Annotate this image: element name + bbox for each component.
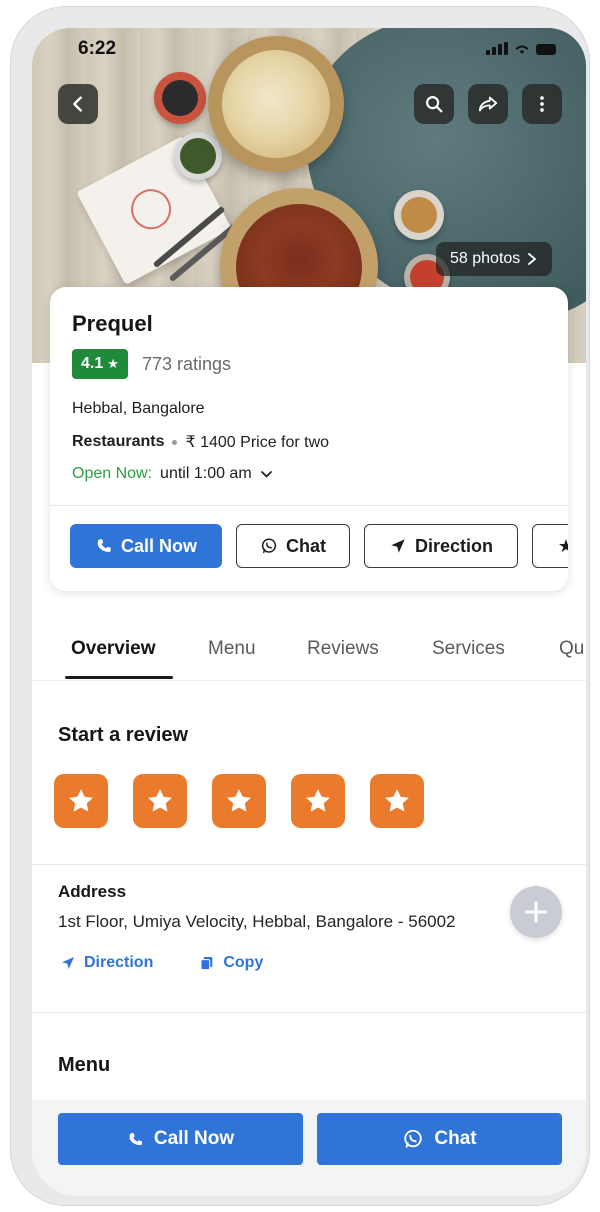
tab-bar: Overview Menu Reviews Services Qu — [32, 618, 586, 681]
tab-overview[interactable]: Overview — [71, 638, 156, 660]
star-icon — [306, 789, 330, 812]
star-icon — [69, 789, 93, 812]
call-now-label: Call Now — [120, 535, 197, 556]
app-screen: 6:22 58 photos Prequel 4.1 ★ 773 ratings… — [32, 28, 586, 1196]
bottom-call-now-label: Call Now — [153, 1128, 235, 1149]
direction-label: Direction — [414, 535, 493, 556]
hours-time: until 1:00 am — [160, 465, 252, 482]
bowl — [394, 190, 444, 240]
open-status: Open Now: — [72, 465, 153, 482]
action-row: Call Now Chat Direction ★ — [70, 524, 568, 570]
chat-label: Chat — [286, 535, 326, 556]
direction-button[interactable]: Direction — [364, 524, 518, 568]
tab-reviews[interactable]: Reviews — [307, 638, 379, 660]
divider — [32, 864, 586, 865]
battery-icon — [536, 44, 556, 55]
separator-dot — [172, 439, 178, 445]
bottom-action-bar: Call Now Chat — [32, 1100, 586, 1196]
address-copy-label: Copy — [223, 954, 264, 971]
address-copy-link[interactable]: Copy — [199, 954, 263, 972]
search-button[interactable] — [414, 84, 454, 124]
share-icon — [478, 96, 498, 112]
chevron-left-icon — [73, 96, 82, 112]
location: Hebbal, Bangalore — [72, 400, 205, 417]
tab-menu[interactable]: Menu — [208, 638, 256, 660]
star-rating-button-4[interactable] — [291, 774, 345, 828]
navigation-arrow-icon — [391, 539, 405, 553]
status-bar: 6:22 — [32, 36, 586, 64]
star-rating-button-5[interactable] — [370, 774, 424, 828]
address-direction-label: Direction — [84, 954, 154, 971]
star-rating-button-3[interactable] — [212, 774, 266, 828]
whatsapp-icon — [261, 538, 277, 554]
photos-count-button[interactable]: 58 photos — [436, 242, 553, 276]
restaurant-name: Prequel — [72, 311, 153, 336]
chevron-down-icon — [260, 471, 272, 478]
copy-icon — [200, 957, 213, 971]
opening-hours[interactable]: Open Now: until 1:00 am — [72, 465, 273, 483]
bottom-call-now-button[interactable]: Call Now — [58, 1113, 303, 1165]
whatsapp-icon — [404, 1129, 423, 1148]
bottom-chat-label: Chat — [434, 1128, 477, 1149]
more-vertical-icon — [540, 96, 544, 112]
bowl — [174, 132, 222, 180]
address-actions: Direction Copy — [60, 954, 263, 972]
chat-button[interactable]: Chat — [236, 524, 350, 568]
phone-icon — [129, 1132, 142, 1145]
menu-section-title: Menu — [58, 1054, 111, 1076]
wifi-icon — [515, 45, 529, 54]
start-review-title: Start a review — [58, 724, 189, 746]
address-direction-link[interactable]: Direction — [60, 954, 153, 972]
status-time: 6:22 — [78, 38, 117, 59]
call-now-button[interactable]: Call Now — [70, 524, 222, 568]
tab-more[interactable]: Qu — [559, 638, 584, 660]
photos-count-label: 58 photos — [450, 250, 521, 267]
plus-icon — [525, 901, 547, 923]
save-favorite-button[interactable]: ★ — [532, 524, 568, 568]
star-icon — [385, 789, 409, 812]
star-icon: ★ — [557, 535, 568, 556]
address-label: Address — [58, 882, 127, 901]
more-options-button[interactable] — [522, 84, 562, 124]
share-button[interactable] — [468, 84, 508, 124]
rating-value: 4.1 — [81, 355, 104, 372]
add-floating-button[interactable] — [510, 886, 562, 938]
bowl — [154, 72, 206, 124]
bottom-chat-button[interactable]: Chat — [317, 1113, 562, 1165]
restaurant-info-card: Prequel 4.1 ★ 773 ratings Hebbal, Bangal… — [50, 287, 568, 591]
tab-services[interactable]: Services — [432, 638, 505, 660]
star-rating-button-1[interactable] — [54, 774, 108, 828]
rating-badge[interactable]: 4.1 ★ — [72, 349, 128, 379]
active-tab-indicator — [65, 676, 173, 679]
star-rating-input — [54, 774, 424, 828]
divider — [32, 1012, 586, 1013]
star-icon — [148, 789, 172, 812]
price-for-two: ₹ 1400 Price for two — [185, 434, 330, 451]
signal-icon — [486, 42, 508, 55]
chevron-right-icon — [528, 253, 537, 265]
category-line: Restaurants ₹ 1400 Price for two — [72, 432, 329, 452]
ratings-count[interactable]: 773 ratings — [142, 354, 231, 375]
star-icon — [227, 789, 251, 812]
search-icon — [426, 96, 443, 113]
star-icon: ★ — [107, 356, 119, 371]
navigation-arrow-icon — [62, 957, 74, 969]
phone-icon — [97, 539, 111, 552]
divider — [50, 505, 568, 506]
star-rating-button-2[interactable] — [133, 774, 187, 828]
address-text: 1st Floor, Umiya Velocity, Hebbal, Banga… — [58, 912, 456, 931]
category: Restaurants — [72, 433, 165, 450]
back-button[interactable] — [58, 84, 98, 124]
